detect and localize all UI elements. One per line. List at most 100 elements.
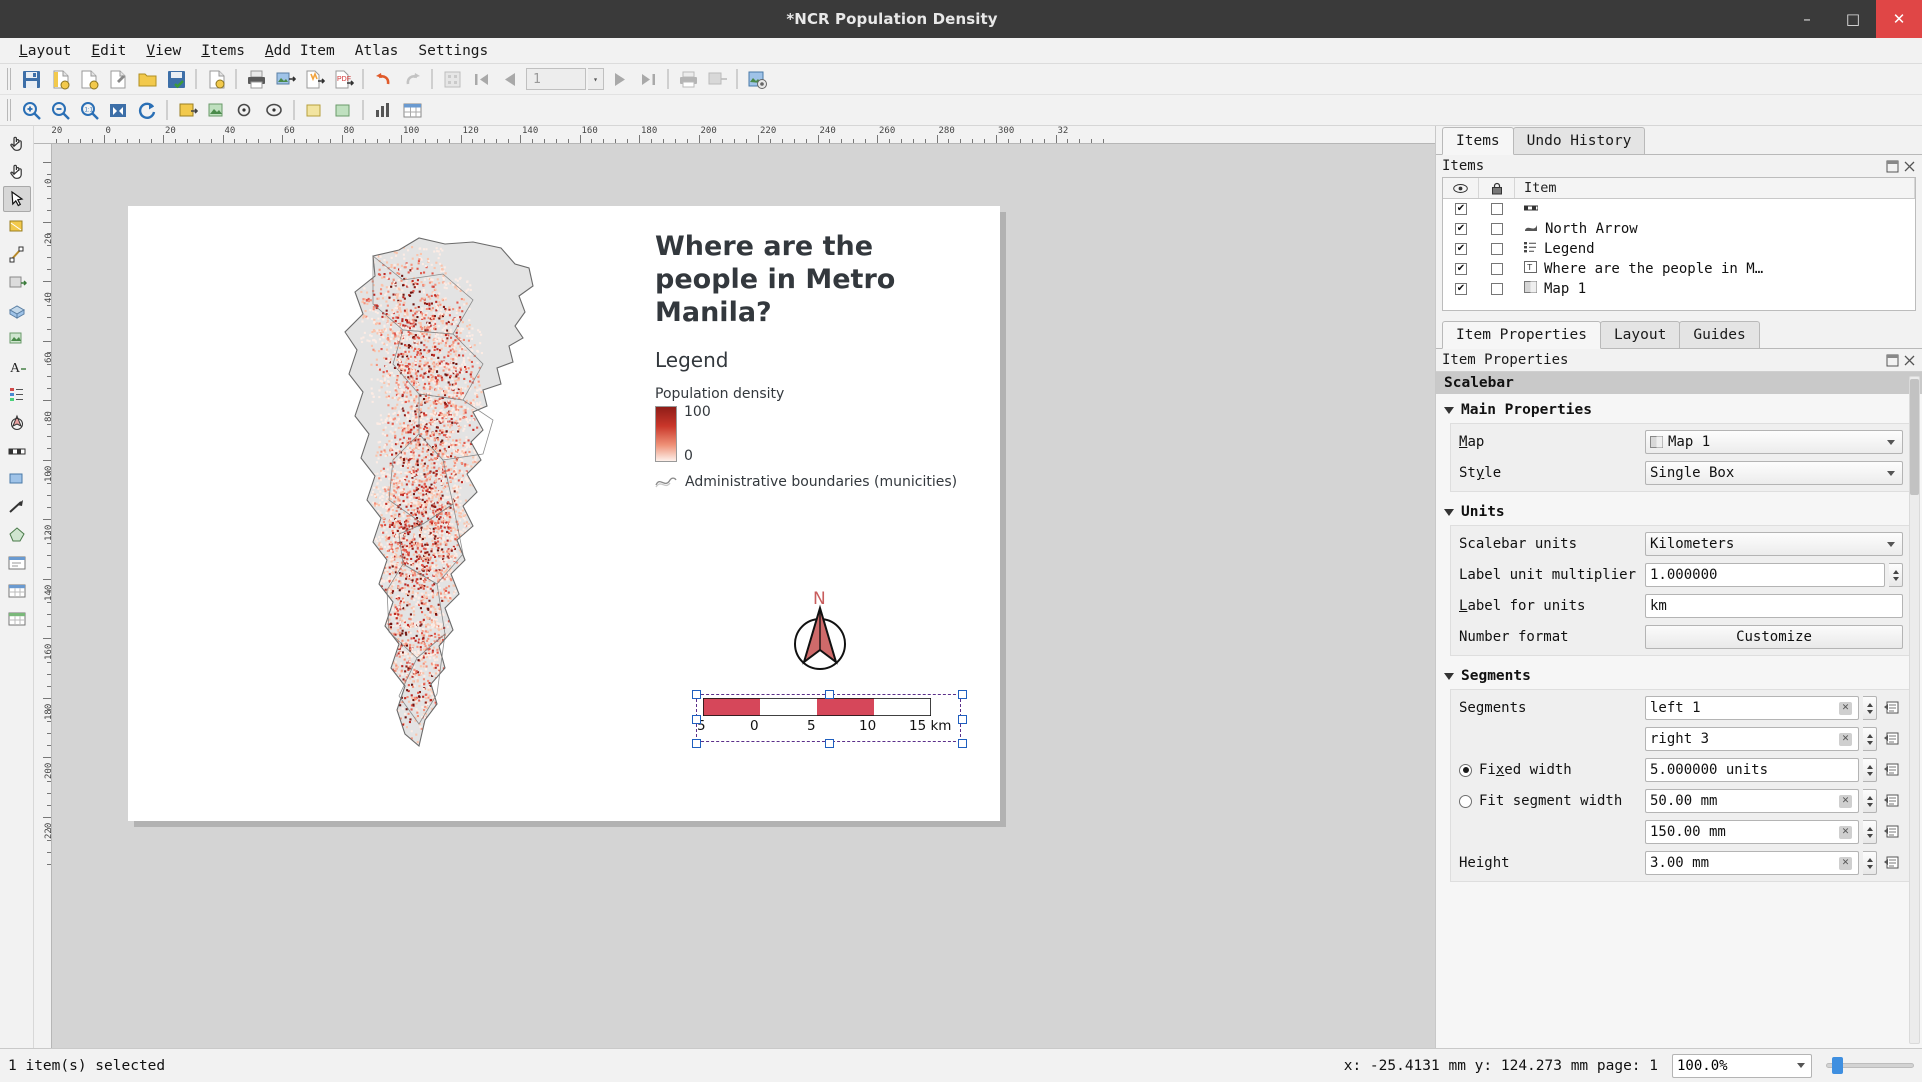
density-cell xyxy=(409,390,411,392)
layout-manager-icon[interactable] xyxy=(104,66,132,92)
density-cell xyxy=(394,342,396,344)
density-cell xyxy=(377,598,379,600)
density-cell xyxy=(441,491,443,493)
density-cell xyxy=(397,311,399,313)
add-html-icon[interactable] xyxy=(3,550,31,576)
add-label-icon[interactable]: A xyxy=(3,354,31,380)
select-item-icon[interactable] xyxy=(3,186,31,212)
add-north-arrow-icon[interactable] xyxy=(3,438,31,464)
toolbar2-grip[interactable] xyxy=(7,99,13,121)
export-image-icon[interactable] xyxy=(271,66,299,92)
atlas-settings-icon[interactable] xyxy=(743,66,771,92)
canvas-scroll-area[interactable]: Where are the people in Metro Manila? Le… xyxy=(52,144,1435,1048)
density-cell xyxy=(396,564,398,566)
new-layout-icon[interactable] xyxy=(46,66,74,92)
density-cell xyxy=(463,649,465,651)
add-attribute-table-icon[interactable] xyxy=(3,578,31,604)
density-cell xyxy=(393,338,395,340)
add-shape-icon[interactable] xyxy=(231,97,259,123)
add-table-icon[interactable] xyxy=(398,97,426,123)
zoom-full-icon[interactable]: 1:1 xyxy=(75,97,103,123)
density-cell xyxy=(383,630,385,632)
layout-page[interactable]: Where are the people in Metro Manila? Le… xyxy=(128,206,1000,821)
add-picture-icon[interactable] xyxy=(202,97,230,123)
refresh-icon[interactable] xyxy=(133,97,161,123)
toolbar-grip[interactable] xyxy=(7,68,13,90)
open-folder-icon[interactable] xyxy=(133,66,161,92)
density-cell xyxy=(423,388,425,390)
export-pdf-icon[interactable]: PDF xyxy=(329,66,357,92)
add-map-icon[interactable] xyxy=(173,97,201,123)
density-cell xyxy=(405,554,407,556)
undo-icon[interactable] xyxy=(369,66,397,92)
close-button[interactable]: ✕ xyxy=(1876,0,1922,38)
maximize-button[interactable]: □ xyxy=(1830,0,1876,38)
density-cell xyxy=(365,706,367,708)
density-cell xyxy=(422,578,424,580)
density-cell xyxy=(440,476,442,478)
density-cell xyxy=(438,498,440,500)
add-ellipse-icon[interactable] xyxy=(260,97,288,123)
density-cell xyxy=(429,330,431,332)
zoom-in-icon[interactable] xyxy=(17,97,45,123)
atlas-page-input[interactable]: 1 xyxy=(526,68,586,90)
density-cell xyxy=(481,436,483,438)
map-item-map1[interactable] xyxy=(333,234,633,759)
pan-layout-icon[interactable] xyxy=(3,158,31,184)
density-cell xyxy=(389,391,391,393)
add-map-icon[interactable] xyxy=(3,270,31,296)
menu-add-item[interactable]: Add Item xyxy=(256,40,344,62)
density-cell xyxy=(434,424,436,426)
density-cell xyxy=(391,641,393,643)
density-cell xyxy=(435,430,437,432)
density-cell xyxy=(427,703,429,705)
add-manual-table-icon[interactable] xyxy=(3,606,31,632)
density-cell xyxy=(369,705,371,707)
print-icon[interactable] xyxy=(242,66,270,92)
density-cell xyxy=(420,578,422,580)
menu-edit[interactable]: Edit xyxy=(82,40,135,62)
density-cell xyxy=(469,359,471,361)
density-cell xyxy=(437,610,439,612)
add-shape-icon[interactable] xyxy=(3,466,31,492)
density-cell xyxy=(370,364,372,366)
menu-settings[interactable]: Settings xyxy=(409,40,497,62)
pan-content-icon[interactable] xyxy=(3,130,31,156)
add-scalebar-icon[interactable] xyxy=(3,410,31,436)
atlas-page-dropdown-icon[interactable]: ▾ xyxy=(588,68,604,90)
menu-view[interactable]: View xyxy=(137,40,190,62)
density-cell xyxy=(385,490,387,492)
add-chart-icon[interactable] xyxy=(369,97,397,123)
add-picture-icon[interactable] xyxy=(3,326,31,352)
add-label-icon[interactable] xyxy=(300,97,328,123)
minimize-button[interactable]: – xyxy=(1784,0,1830,38)
density-cell xyxy=(418,306,420,308)
density-cell xyxy=(410,431,412,433)
edit-nodes-icon[interactable] xyxy=(3,242,31,268)
density-cell xyxy=(436,247,438,249)
density-cell xyxy=(388,397,390,399)
duplicate-layout-icon[interactable] xyxy=(75,66,103,92)
density-cell xyxy=(395,579,397,581)
density-cell xyxy=(405,632,407,634)
density-cell xyxy=(436,400,438,402)
menu-items[interactable]: Items xyxy=(192,40,254,62)
add-node-item-icon[interactable] xyxy=(3,522,31,548)
add-legend-icon[interactable] xyxy=(329,97,357,123)
zoom-out-icon[interactable] xyxy=(46,97,74,123)
add-from-template-icon[interactable] xyxy=(202,66,230,92)
density-cell xyxy=(438,706,440,708)
add-legend-icon[interactable] xyxy=(3,382,31,408)
menu-layout[interactable]: Layout xyxy=(10,40,80,62)
save-as-template-icon[interactable] xyxy=(162,66,190,92)
move-item-content-icon[interactable] xyxy=(3,214,31,240)
menu-atlas[interactable]: Atlas xyxy=(346,40,408,62)
export-svg-icon[interactable] xyxy=(300,66,328,92)
density-cell xyxy=(428,407,430,409)
save-icon[interactable] xyxy=(17,66,45,92)
density-cell xyxy=(432,323,434,325)
add-arrow-icon[interactable] xyxy=(3,494,31,520)
add-3d-map-icon[interactable] xyxy=(3,298,31,324)
density-cell xyxy=(401,587,403,589)
zoom-to-width-icon[interactable] xyxy=(104,97,132,123)
